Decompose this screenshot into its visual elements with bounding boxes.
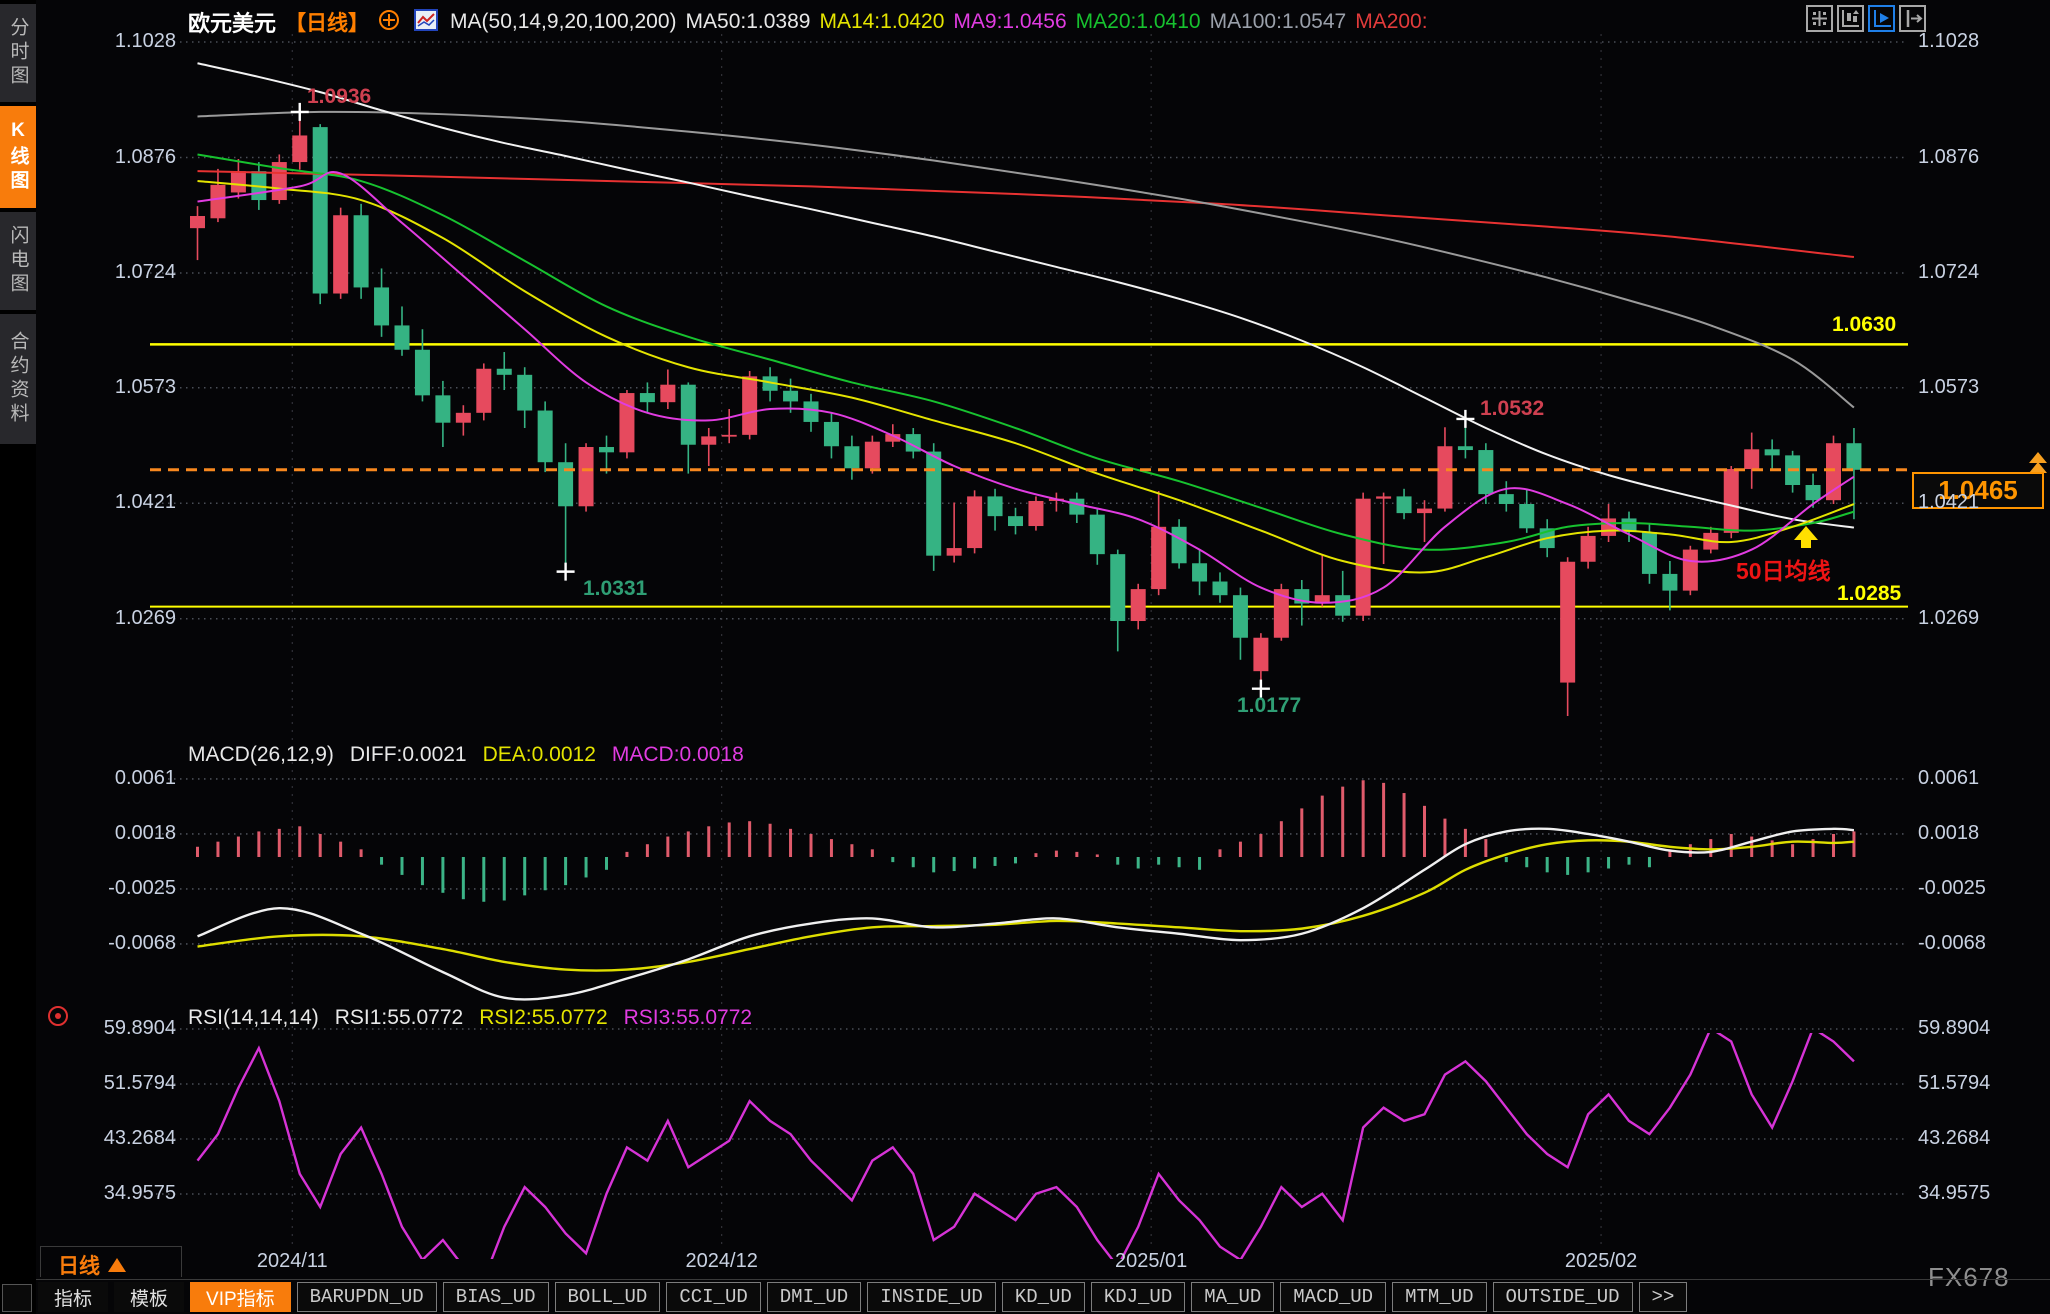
ma50-value: MA50:1.0389 xyxy=(686,10,811,34)
mini-kline-icon[interactable] xyxy=(414,9,441,36)
rsi-tick-right: 43.2684 xyxy=(1918,1127,1990,1150)
ma50-note-label: 50日均线 xyxy=(1736,552,1831,586)
resistance-level-label: 1.0630 xyxy=(1832,313,1896,337)
indicator-tab-dmi_ud[interactable]: DMI_UD xyxy=(767,1282,861,1312)
macd-tick-right: 0.0018 xyxy=(1918,822,1979,845)
rsi-tick-left: 43.2684 xyxy=(58,1127,176,1150)
price-tick-left: 1.0573 xyxy=(58,376,176,399)
period-tag: 【日线】 xyxy=(285,7,369,37)
support-level-label: 1.0285 xyxy=(1837,582,1901,606)
symbol-name: 欧元美元 xyxy=(188,6,276,38)
annotation-low-jan: 1.0177 xyxy=(1237,694,1301,718)
price-tick-right: 1.0269 xyxy=(1918,607,1979,630)
indicator-tab-barupdn_ud[interactable]: BARUPDN_UD xyxy=(297,1282,437,1312)
top-toolbar xyxy=(1806,5,1926,32)
indicator-tab-inside_ud[interactable]: INSIDE_UD xyxy=(867,1282,996,1312)
rsi-tick-right: 34.9575 xyxy=(1918,1182,1990,1205)
price-tick-right: 1.0573 xyxy=(1918,376,1979,399)
axis-shift-icon[interactable] xyxy=(1899,5,1926,32)
indicator-tab-bar: 指标模板VIP指标BARUPDN_UDBIAS_UDBOLL_UDCCI_UDD… xyxy=(38,1282,1687,1312)
price-tick-right: 1.1028 xyxy=(1918,30,1979,53)
macd-tick-right: -0.0025 xyxy=(1918,877,1986,900)
indicator-tab-macd_ud[interactable]: MACD_UD xyxy=(1280,1282,1386,1312)
indicator-tab-cci_ud[interactable]: CCI_UD xyxy=(666,1282,760,1312)
ma100-value: MA100:1.0547 xyxy=(1210,10,1347,34)
price-tick-right: 1.0724 xyxy=(1918,261,1979,284)
rsi3-value: RSI3:55.0772 xyxy=(624,1006,752,1030)
price-tick-left: 1.1028 xyxy=(58,30,176,53)
rsi1-value: RSI1:55.0772 xyxy=(335,1006,463,1030)
rsi-tick-right: 59.8904 xyxy=(1918,1017,1990,1040)
pan-tool-icon[interactable] xyxy=(1806,5,1833,32)
indicator-tab-boll_ud[interactable]: BOLL_UD xyxy=(555,1282,661,1312)
chart-header: 欧元美元 【日线】 MA(50,14,9,20,100,200) MA50:1.… xyxy=(188,6,1428,38)
macd-diff-value: DIFF:0.0021 xyxy=(350,743,467,767)
period-selector[interactable]: 日线 xyxy=(58,1250,126,1280)
price-tick-right: 1.0876 xyxy=(1918,146,1979,169)
axis-play-icon[interactable] xyxy=(1868,5,1895,32)
watermark: FX678 xyxy=(1928,1262,2010,1293)
rsi-tick-left: 59.8904 xyxy=(58,1017,176,1040)
macd-tick-left: 0.0061 xyxy=(58,767,176,790)
chart-canvas[interactable] xyxy=(0,0,2050,1314)
tabs-more-button[interactable]: >> xyxy=(1639,1282,1688,1312)
price-tick-right: 1.0421 xyxy=(1918,491,1979,514)
macd-header: MACD(26,12,9) DIFF:0.0021 DEA:0.0012 MAC… xyxy=(188,743,744,767)
macd-tick-right: -0.0068 xyxy=(1918,932,1986,955)
macd-title: MACD(26,12,9) xyxy=(188,743,334,767)
axis-candles-icon[interactable] xyxy=(1837,5,1864,32)
kline-app: 分时图K线图闪电图合约资料 欧元美元 【日线】 MA(50,14,9,20,10… xyxy=(0,0,2050,1314)
rsi-title: RSI(14,14,14) xyxy=(188,1006,319,1030)
indicator-tab-kd_ud[interactable]: KD_UD xyxy=(1002,1282,1085,1312)
indicator-tab-ma_ud[interactable]: MA_UD xyxy=(1191,1282,1274,1312)
indicator-tab-vip指标[interactable]: VIP指标 xyxy=(190,1282,291,1312)
macd-tick-right: 0.0061 xyxy=(1918,767,1979,790)
indicator-tab-kdj_ud[interactable]: KDJ_UD xyxy=(1091,1282,1185,1312)
crosshair-plus-icon[interactable] xyxy=(378,9,405,36)
month-tick-label: 2025/02 xyxy=(1531,1250,1671,1273)
corner-cell xyxy=(2,1284,32,1312)
rsi-tick-left: 51.5794 xyxy=(58,1072,176,1095)
month-tick-label: 2024/12 xyxy=(652,1250,792,1273)
rsi-header: RSI(14,14,14) RSI1:55.0772 RSI2:55.0772 … xyxy=(188,1006,752,1030)
triangle-up-icon xyxy=(108,1258,126,1272)
ma20-value: MA20:1.0410 xyxy=(1076,10,1201,34)
month-tick-label: 2024/11 xyxy=(222,1250,362,1273)
indicator-tab-outside_ud[interactable]: OUTSIDE_UD xyxy=(1493,1282,1633,1312)
tabbar-divider xyxy=(36,1279,2050,1280)
macd-dea-value: DEA:0.0012 xyxy=(483,743,596,767)
indicator-tab-mtm_ud[interactable]: MTM_UD xyxy=(1392,1282,1486,1312)
annotation-high-nov: 1.0936 xyxy=(307,85,371,109)
indicator-tab-指标[interactable]: 指标 xyxy=(38,1282,108,1312)
ma-params: MA(50,14,9,20,100,200) xyxy=(450,10,677,34)
macd-macd-value: MACD:0.0018 xyxy=(612,743,744,767)
price-tick-left: 1.0724 xyxy=(58,261,176,284)
price-tick-left: 1.0876 xyxy=(58,146,176,169)
annotation-high-jan: 1.0532 xyxy=(1480,397,1544,421)
rsi-tick-right: 51.5794 xyxy=(1918,1072,1990,1095)
indicator-tab-bias_ud[interactable]: BIAS_UD xyxy=(443,1282,549,1312)
ma200-value: MA200: xyxy=(1355,10,1427,34)
macd-tick-left: -0.0025 xyxy=(58,877,176,900)
macd-tick-left: -0.0068 xyxy=(58,932,176,955)
price-tick-left: 1.0421 xyxy=(58,491,176,514)
ma14-value: MA14:1.0420 xyxy=(819,10,944,34)
month-tick-label: 2025/01 xyxy=(1081,1250,1221,1273)
rsi2-value: RSI2:55.0772 xyxy=(479,1006,607,1030)
macd-tick-left: 0.0018 xyxy=(58,822,176,845)
annotation-low-nov: 1.0331 xyxy=(583,577,647,601)
rsi-tick-left: 34.9575 xyxy=(58,1182,176,1205)
ma9-value: MA9:1.0456 xyxy=(953,10,1066,34)
indicator-tab-模板[interactable]: 模板 xyxy=(114,1282,184,1312)
price-tick-left: 1.0269 xyxy=(58,607,176,630)
